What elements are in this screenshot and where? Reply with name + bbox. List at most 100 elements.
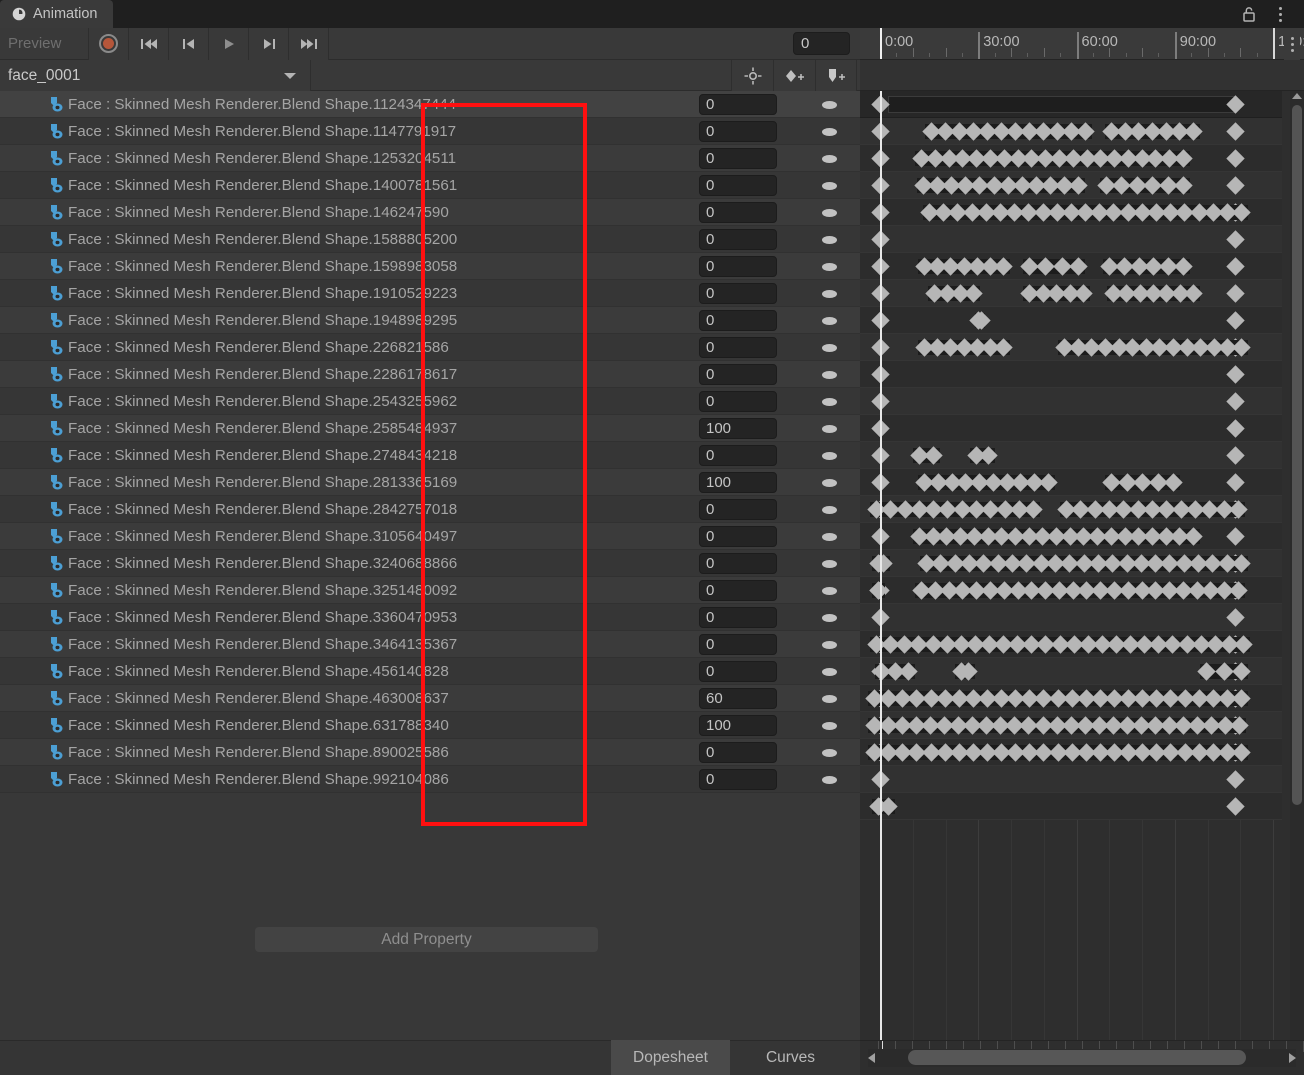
dopesheet-row[interactable] — [860, 550, 1282, 577]
curve-toggle-icon[interactable] — [822, 317, 837, 325]
dopesheet-row[interactable] — [860, 280, 1282, 307]
horizontal-scroll-zone[interactable] — [860, 1040, 1304, 1075]
curve-toggle-icon[interactable] — [822, 560, 837, 568]
property-list-pane[interactable]: Face : Skinned Mesh Renderer.Blend Shape… — [0, 91, 860, 1040]
tab-dopesheet[interactable]: Dopesheet — [611, 1040, 730, 1075]
vertical-scroll-thumb[interactable] — [1292, 105, 1302, 805]
scroll-right-icon[interactable] — [1289, 1053, 1296, 1063]
keyframe-diamond[interactable] — [1226, 446, 1245, 465]
property-value-input[interactable]: 100 — [699, 472, 777, 493]
property-value-input[interactable]: 100 — [699, 715, 777, 736]
curve-toggle-icon[interactable] — [822, 614, 837, 622]
property-value-input[interactable]: 100 — [699, 418, 777, 439]
property-row[interactable]: Face : Skinned Mesh Renderer.Blend Shape… — [0, 307, 860, 334]
kebab-menu-icon[interactable] — [1272, 5, 1288, 23]
curve-toggle-icon[interactable] — [822, 155, 837, 163]
property-row[interactable]: Face : Skinned Mesh Renderer.Blend Shape… — [0, 118, 860, 145]
preview-toggle[interactable]: Preview — [0, 35, 88, 52]
dopesheet-row[interactable] — [860, 793, 1282, 820]
dopesheet-row[interactable] — [860, 415, 1282, 442]
keyframe-diamond[interactable] — [1226, 419, 1245, 438]
dopesheet-row[interactable] — [860, 442, 1282, 469]
keyframe-diamond[interactable] — [1226, 149, 1245, 168]
scroll-left-icon[interactable] — [868, 1053, 875, 1063]
property-row[interactable]: Face : Skinned Mesh Renderer.Blend Shape… — [0, 253, 860, 280]
dopesheet-row[interactable] — [860, 712, 1282, 739]
dopesheet-row[interactable] — [860, 469, 1282, 496]
property-value-input[interactable]: 0 — [699, 148, 777, 169]
dopesheet-row[interactable] — [860, 523, 1282, 550]
property-value-input[interactable]: 0 — [699, 121, 777, 142]
property-value-input[interactable]: 0 — [699, 553, 777, 574]
keyframe-diamond[interactable] — [1226, 122, 1245, 141]
clip-selector-dropdown[interactable]: face_0001 — [0, 60, 310, 91]
property-value-input[interactable]: 0 — [699, 499, 777, 520]
property-row[interactable]: Face : Skinned Mesh Renderer.Blend Shape… — [0, 199, 860, 226]
curve-toggle-icon[interactable] — [822, 479, 837, 487]
dopesheet-row[interactable] — [860, 631, 1282, 658]
curve-toggle-icon[interactable] — [822, 371, 837, 379]
curve-toggle-icon[interactable] — [822, 776, 837, 784]
keyframe-diamond[interactable] — [1226, 230, 1245, 249]
property-row[interactable]: Face : Skinned Mesh Renderer.Blend Shape… — [0, 172, 860, 199]
filter-by-selection-button[interactable] — [731, 60, 773, 91]
property-row[interactable]: Face : Skinned Mesh Renderer.Blend Shape… — [0, 469, 860, 496]
property-value-input[interactable]: 0 — [699, 337, 777, 358]
timeline-ruler[interactable]: 0:0030:0060:0090:00120:00 — [860, 28, 1304, 60]
property-row[interactable]: Face : Skinned Mesh Renderer.Blend Shape… — [0, 658, 860, 685]
property-value-input[interactable]: 0 — [699, 256, 777, 277]
property-value-input[interactable]: 0 — [699, 364, 777, 385]
curve-toggle-icon[interactable] — [822, 749, 837, 757]
curve-toggle-icon[interactable] — [822, 128, 837, 136]
property-value-input[interactable]: 0 — [699, 769, 777, 790]
dopesheet-row[interactable] — [860, 118, 1282, 145]
property-value-input[interactable]: 0 — [699, 391, 777, 412]
next-keyframe-button[interactable] — [249, 27, 288, 60]
property-value-input[interactable]: 0 — [699, 94, 777, 115]
playhead-handle[interactable] — [880, 28, 882, 59]
property-value-input[interactable]: 60 — [699, 688, 777, 709]
dopesheet-row[interactable] — [860, 658, 1282, 685]
curve-toggle-icon[interactable] — [822, 398, 837, 406]
previous-keyframe-button[interactable] — [169, 27, 208, 60]
property-row[interactable]: Face : Skinned Mesh Renderer.Blend Shape… — [0, 712, 860, 739]
property-row[interactable]: Face : Skinned Mesh Renderer.Blend Shape… — [0, 145, 860, 172]
curve-toggle-icon[interactable] — [822, 722, 837, 730]
property-row[interactable]: Face : Skinned Mesh Renderer.Blend Shape… — [0, 226, 860, 253]
property-row[interactable]: Face : Skinned Mesh Renderer.Blend Shape… — [0, 739, 860, 766]
dopesheet-row[interactable] — [860, 361, 1282, 388]
property-row[interactable]: Face : Skinned Mesh Renderer.Blend Shape… — [0, 766, 860, 793]
property-row[interactable]: Face : Skinned Mesh Renderer.Blend Shape… — [0, 334, 860, 361]
property-value-input[interactable]: 0 — [699, 310, 777, 331]
keyframe-diamond[interactable] — [1226, 608, 1245, 627]
property-value-input[interactable]: 0 — [699, 445, 777, 466]
dopesheet-row[interactable] — [860, 226, 1282, 253]
keyframe-diamond[interactable] — [1226, 365, 1245, 384]
property-row[interactable]: Face : Skinned Mesh Renderer.Blend Shape… — [0, 496, 860, 523]
dopesheet-row[interactable] — [860, 172, 1282, 199]
dopesheet-row[interactable] — [860, 577, 1282, 604]
curve-toggle-icon[interactable] — [822, 101, 837, 109]
keyframe-diamond[interactable] — [1226, 257, 1245, 276]
add-property-button[interactable]: Add Property — [255, 927, 598, 952]
scroll-up-icon[interactable] — [1292, 93, 1302, 99]
property-value-input[interactable]: 0 — [699, 580, 777, 601]
property-row[interactable]: Face : Skinned Mesh Renderer.Blend Shape… — [0, 91, 860, 118]
property-value-input[interactable]: 0 — [699, 283, 777, 304]
play-button[interactable] — [209, 27, 248, 60]
keyframe-diamond[interactable] — [1226, 527, 1245, 546]
property-row[interactable]: Face : Skinned Mesh Renderer.Blend Shape… — [0, 415, 860, 442]
curve-toggle-icon[interactable] — [822, 263, 837, 271]
property-row[interactable]: Face : Skinned Mesh Renderer.Blend Shape… — [0, 280, 860, 307]
add-keyframe-button[interactable] — [773, 60, 815, 91]
property-value-input[interactable]: 0 — [699, 661, 777, 682]
property-value-input[interactable]: 0 — [699, 634, 777, 655]
property-row[interactable]: Face : Skinned Mesh Renderer.Blend Shape… — [0, 577, 860, 604]
timeline-menu-icon[interactable] — [1284, 28, 1300, 60]
property-row[interactable]: Face : Skinned Mesh Renderer.Blend Shape… — [0, 685, 860, 712]
property-row[interactable]: Face : Skinned Mesh Renderer.Blend Shape… — [0, 388, 860, 415]
curve-toggle-icon[interactable] — [822, 209, 837, 217]
dopesheet-row[interactable] — [860, 145, 1282, 172]
tab-animation[interactable]: Animation — [0, 0, 114, 28]
property-row[interactable]: Face : Skinned Mesh Renderer.Blend Shape… — [0, 631, 860, 658]
